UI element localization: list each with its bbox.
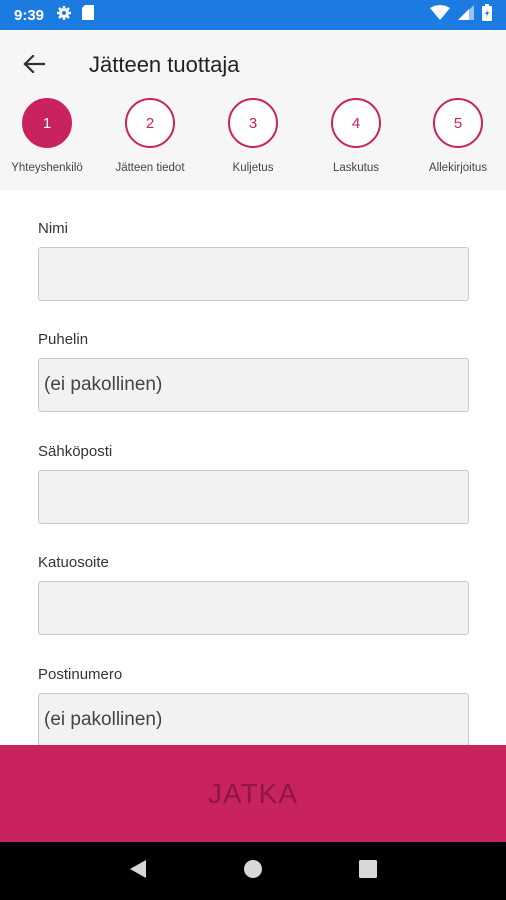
page-title: Jätteen tuottaja xyxy=(89,52,240,77)
step-label: Kuljetus xyxy=(232,162,274,174)
status-time: 9:39 xyxy=(14,6,45,24)
phone-label: Puhelin xyxy=(38,331,89,348)
battery-icon xyxy=(482,4,492,26)
postal-code-input[interactable] xyxy=(38,693,469,745)
app-header: Jätteen tuottaja 1 Yhteyshenkilö 2 Jätte… xyxy=(0,30,506,190)
step-signature[interactable]: 5 Allekirjoitus xyxy=(408,98,506,174)
street-address-input[interactable] xyxy=(38,581,469,635)
step-number: 1 xyxy=(22,98,72,148)
step-label: Laskutus xyxy=(332,162,380,174)
step-number: 5 xyxy=(433,98,483,148)
step-label: Yhteyshenkilö xyxy=(11,162,83,174)
step-label: Jätteen tiedot xyxy=(115,162,185,174)
settings-gear-icon xyxy=(56,5,72,26)
signal-icon xyxy=(458,5,474,25)
nav-recents-button[interactable] xyxy=(348,851,388,891)
contact-form: Nimi Puhelin Sähköposti Katuosoite Posti… xyxy=(0,190,506,745)
nav-back-button[interactable] xyxy=(118,851,158,891)
step-number: 2 xyxy=(125,98,175,148)
name-label: Nimi xyxy=(38,220,68,237)
stepper: 1 Yhteyshenkilö 2 Jätteen tiedot 3 Kulje… xyxy=(0,98,506,188)
email-input[interactable] xyxy=(38,470,469,524)
phone-input[interactable] xyxy=(38,358,469,412)
step-number: 3 xyxy=(228,98,278,148)
step-waste-details[interactable]: 2 Jätteen tiedot xyxy=(100,98,200,174)
triangle-back-icon xyxy=(129,859,147,884)
back-button[interactable] xyxy=(16,48,52,84)
name-input[interactable] xyxy=(38,247,469,301)
arrow-left-icon xyxy=(23,53,46,78)
continue-button[interactable]: JATKA xyxy=(0,745,506,842)
step-number: 4 xyxy=(331,98,381,148)
email-label: Sähköposti xyxy=(38,443,113,460)
wifi-icon xyxy=(430,5,450,25)
nav-home-button[interactable] xyxy=(233,851,273,891)
step-billing[interactable]: 4 Laskutus xyxy=(306,98,406,174)
step-contact-person[interactable]: 1 Yhteyshenkilö xyxy=(0,98,97,174)
sd-card-icon xyxy=(82,5,95,25)
status-bar: 9:39 xyxy=(0,0,506,30)
postal-code-label: Postinumero xyxy=(38,666,123,683)
step-label: Allekirjoitus xyxy=(428,162,488,174)
navigation-bar xyxy=(0,842,506,900)
square-recents-icon xyxy=(359,859,378,883)
step-transport[interactable]: 3 Kuljetus xyxy=(203,98,303,174)
street-address-label: Katuosoite xyxy=(38,554,109,571)
circle-home-icon xyxy=(243,859,263,884)
